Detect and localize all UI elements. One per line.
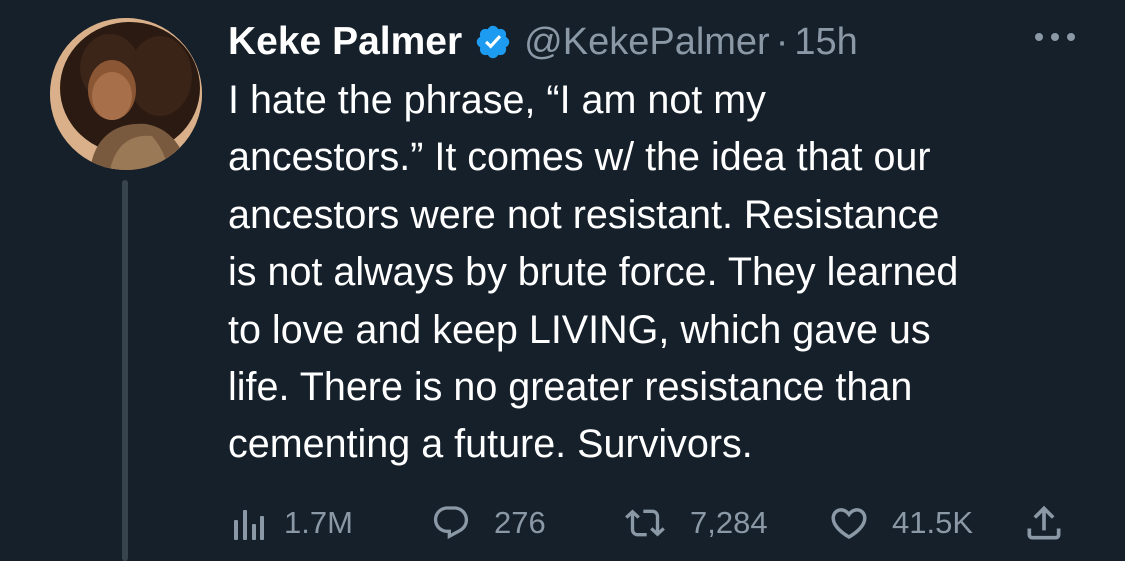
separator-dot: · (775, 20, 789, 63)
retweet-icon (625, 509, 665, 537)
retweet-count: 7,284 (690, 505, 768, 540)
share-button[interactable] (1022, 500, 1066, 546)
user-handle[interactable]: @KekePalmer (524, 21, 770, 64)
like-count: 41.5K (892, 505, 974, 540)
more-dot (1035, 33, 1043, 41)
tweet-text: I hate the phrase, “I am not my ancestor… (228, 78, 959, 467)
views-count: 1.7M (284, 505, 353, 540)
more-options-icon[interactable] (1035, 22, 1075, 52)
reply-button[interactable]: 276 (428, 500, 546, 546)
share-icon (1027, 505, 1061, 540)
tweet-header: Keke Palmer @KekePalmer · 15h (228, 14, 858, 70)
avatar[interactable] (50, 18, 202, 170)
like-button[interactable]: 41.5K (826, 500, 973, 546)
thread-line (122, 180, 128, 561)
verified-badge-icon (474, 23, 512, 61)
heart-icon (831, 508, 867, 540)
tweet[interactable]: Keke Palmer @KekePalmer · 15h I hate the… (0, 0, 1125, 561)
analytics-icon (234, 510, 264, 540)
more-dot (1051, 33, 1059, 41)
timestamp[interactable]: 15h (794, 21, 857, 64)
reply-count: 276 (494, 505, 546, 540)
views-button[interactable]: 1.7M (234, 500, 353, 546)
retweet-button[interactable]: 7,284 (620, 500, 768, 546)
more-dot (1067, 33, 1075, 41)
action-bar: 1.7M 276 7,284 41.5K (228, 500, 1078, 546)
display-name[interactable]: Keke Palmer (228, 20, 462, 64)
avatar-image (50, 18, 202, 170)
reply-icon (433, 506, 469, 540)
